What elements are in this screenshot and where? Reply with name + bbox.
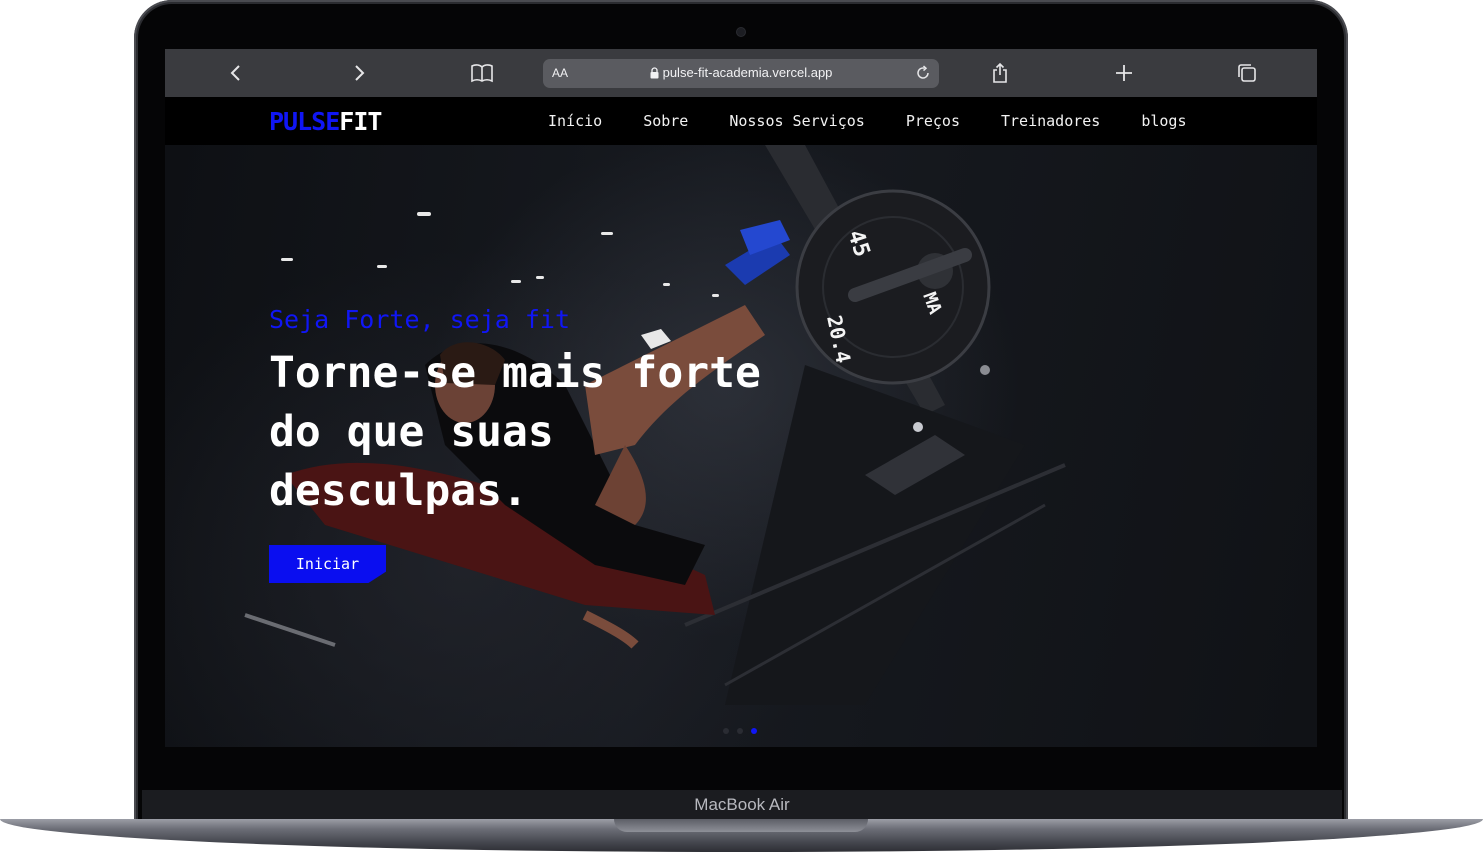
site-logo[interactable]: PULSEFIT: [269, 107, 382, 136]
logo-pulse: PULSE: [269, 107, 340, 136]
site-navbar: PULSEFIT Início Sobre Nossos Serviços Pr…: [165, 97, 1317, 145]
nav-link-treinadores[interactable]: Treinadores: [1001, 112, 1100, 130]
hero-text-block: Seja Forte, seja fit Torne-se mais forte…: [269, 305, 809, 521]
nav-link-blogs[interactable]: blogs: [1141, 112, 1186, 130]
hero-headline: Torne-se mais forte do que suas desculpa…: [269, 348, 761, 516]
reload-button[interactable]: [913, 63, 933, 83]
start-button[interactable]: Iniciar: [269, 545, 386, 583]
nav-link-servicos[interactable]: Nossos Serviços: [729, 112, 864, 130]
carousel-indicators: [723, 728, 757, 734]
reload-icon: [917, 65, 929, 79]
share-button[interactable]: [986, 59, 1014, 87]
camera-icon: [737, 28, 745, 36]
carousel-dot[interactable]: [723, 728, 729, 734]
new-tab-button[interactable]: [1110, 59, 1138, 87]
book-icon: [471, 64, 493, 83]
bookmarks-button[interactable]: [468, 59, 496, 87]
tabs-overview-button[interactable]: [1233, 59, 1261, 87]
logo-fit: FIT: [339, 107, 382, 136]
device-model-label: MacBook Air: [142, 790, 1342, 820]
nav-link-precos[interactable]: Preços: [906, 112, 960, 130]
browser-toolbar: AA pulse-fit-academia.vercel.app: [165, 49, 1317, 97]
hero-section: 45 20.4 MA Seja Forte, seja fit Torne-se…: [165, 145, 1317, 747]
hero-tagline: Seja Forte, seja fit: [269, 305, 571, 334]
nav-link-sobre[interactable]: Sobre: [643, 112, 688, 130]
device-hinge-notch: [614, 819, 868, 832]
screen: AA pulse-fit-academia.vercel.app PULSEFI…: [165, 49, 1317, 747]
chevron-right-icon: [355, 65, 365, 81]
tabs-icon: [1238, 64, 1256, 82]
share-icon: [993, 62, 1007, 83]
weight-plate: 45 20.4 MA: [795, 189, 991, 385]
address-bar[interactable]: AA pulse-fit-academia.vercel.app: [543, 59, 939, 88]
lock-icon: [650, 67, 659, 79]
back-button[interactable]: [222, 59, 250, 87]
url-text: pulse-fit-academia.vercel.app: [662, 65, 833, 80]
macbook-device: AA pulse-fit-academia.vercel.app PULSEFI…: [0, 0, 1483, 852]
nav-link-inicio[interactable]: Início: [548, 112, 602, 130]
plus-icon: [1116, 65, 1132, 81]
main-menu: Início Sobre Nossos Serviços Preços Trei…: [548, 112, 1187, 130]
chevron-left-icon: [230, 65, 240, 81]
carousel-dot[interactable]: [737, 728, 743, 734]
forward-button[interactable]: [345, 59, 373, 87]
carousel-dot-active[interactable]: [751, 728, 757, 734]
